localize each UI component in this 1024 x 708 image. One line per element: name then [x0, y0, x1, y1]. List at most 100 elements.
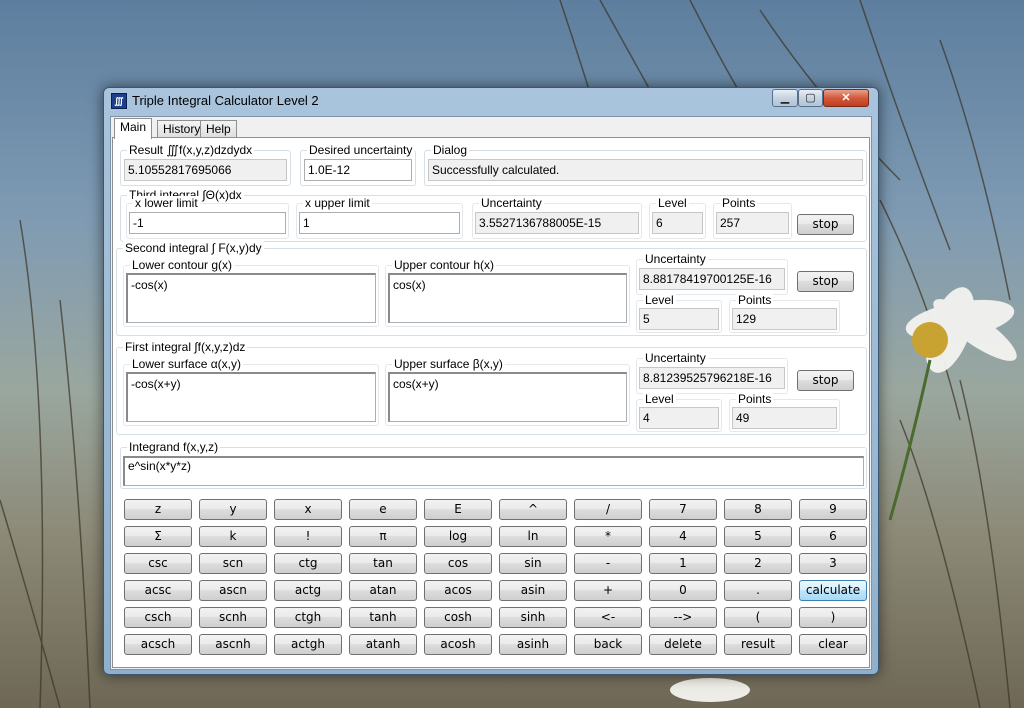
- key-symbol-button[interactable]: +: [574, 580, 642, 601]
- first-level-output: 4: [639, 407, 719, 429]
- key-csch-button[interactable]: csch: [124, 607, 192, 628]
- key-ascnh-button[interactable]: ascnh: [199, 634, 267, 655]
- key-k-button[interactable]: k: [199, 526, 267, 547]
- key-z-button[interactable]: z: [124, 499, 192, 520]
- third-stop-button[interactable]: stop: [797, 214, 854, 235]
- second-uncertainty-group: Uncertainty 8.88178419700125E-16: [636, 252, 788, 295]
- upper-contour-input[interactable]: cos(x): [388, 273, 627, 323]
- desired-uncertainty-input[interactable]: 1.0E-12: [304, 159, 412, 181]
- lower-contour-input[interactable]: -cos(x): [126, 273, 376, 323]
- upper-surface-input[interactable]: cos(x+y): [388, 372, 627, 422]
- key-symbol-button[interactable]: (: [724, 607, 792, 628]
- key-2-button[interactable]: 2: [724, 553, 792, 574]
- tab-help[interactable]: Help: [200, 120, 237, 138]
- second-level-group: Level 5: [636, 293, 722, 333]
- key-acos-button[interactable]: acos: [424, 580, 492, 601]
- key-asinh-button[interactable]: asinh: [499, 634, 567, 655]
- x-lower-input[interactable]: -1: [129, 212, 286, 234]
- key-ctg-button[interactable]: ctg: [274, 553, 342, 574]
- minimize-button[interactable]: ▁: [772, 89, 798, 107]
- second-integral-label: Second integral ∫ F(x,y)dy: [123, 241, 264, 255]
- key-e-button[interactable]: E: [424, 499, 492, 520]
- x-lower-group: x lower limit -1: [126, 196, 289, 239]
- integrand-input[interactable]: e^sin(x*y*z): [123, 456, 864, 486]
- key-symbol-button[interactable]: Σ: [124, 526, 192, 547]
- key-0-button[interactable]: 0: [649, 580, 717, 601]
- key-y-button[interactable]: y: [199, 499, 267, 520]
- tab-history[interactable]: History: [157, 120, 207, 138]
- key-symbol-button[interactable]: ): [799, 607, 867, 628]
- key-9-button[interactable]: 9: [799, 499, 867, 520]
- key-sinh-button[interactable]: sinh: [499, 607, 567, 628]
- desired-uncertainty-label: Desired uncertainty: [307, 143, 415, 157]
- key-log-button[interactable]: log: [424, 526, 492, 547]
- key-symbol-button[interactable]: π: [349, 526, 417, 547]
- key-scn-button[interactable]: scn: [199, 553, 267, 574]
- key-ascn-button[interactable]: ascn: [199, 580, 267, 601]
- first-level-label: Level: [643, 392, 676, 406]
- key-back-button[interactable]: back: [574, 634, 642, 655]
- first-stop-button[interactable]: stop: [797, 370, 854, 391]
- second-uncertainty-output: 8.88178419700125E-16: [639, 268, 785, 290]
- key-tan-button[interactable]: tan: [349, 553, 417, 574]
- first-integral-label: First integral ∫f(x,y,z)dz: [123, 340, 248, 354]
- key-ln-button[interactable]: ln: [499, 526, 567, 547]
- key-4-button[interactable]: 4: [649, 526, 717, 547]
- key-delete-button[interactable]: delete: [649, 634, 717, 655]
- close-button[interactable]: ✕: [823, 89, 869, 107]
- third-uncertainty-group: Uncertainty 3.5527136788005E-15: [472, 196, 642, 239]
- lower-surface-group: Lower surface α(x,y) -cos(x+y): [123, 357, 379, 426]
- result-output: 5.10552817695066: [124, 159, 287, 181]
- key-acsch-button[interactable]: acsch: [124, 634, 192, 655]
- key-x-button[interactable]: x: [274, 499, 342, 520]
- key-1-button[interactable]: 1: [649, 553, 717, 574]
- maximize-button[interactable]: ▢: [798, 89, 823, 107]
- key-clear-button[interactable]: clear: [799, 634, 867, 655]
- key-symbol-button[interactable]: -: [574, 553, 642, 574]
- key-actgh-button[interactable]: actgh: [274, 634, 342, 655]
- key-atan-button[interactable]: atan: [349, 580, 417, 601]
- titlebar[interactable]: ∭ Triple Integral Calculator Level 2 ▁ ▢…: [104, 88, 878, 116]
- key-acosh-button[interactable]: acosh: [424, 634, 492, 655]
- key-calculate-button[interactable]: calculate: [799, 580, 867, 601]
- tab-main[interactable]: Main: [114, 118, 153, 139]
- x-upper-group: x upper limit 1: [296, 196, 463, 239]
- key-asin-button[interactable]: asin: [499, 580, 567, 601]
- key-3-button[interactable]: 3: [799, 553, 867, 574]
- key-cosh-button[interactable]: cosh: [424, 607, 492, 628]
- key-atanh-button[interactable]: atanh: [349, 634, 417, 655]
- key-e-button[interactable]: e: [349, 499, 417, 520]
- first-level-group: Level 4: [636, 392, 722, 432]
- key-symbol-button[interactable]: *: [574, 526, 642, 547]
- lower-surface-input[interactable]: -cos(x+y): [126, 372, 376, 422]
- key-6-button[interactable]: 6: [799, 526, 867, 547]
- key-tanh-button[interactable]: tanh: [349, 607, 417, 628]
- integrand-label: Integrand f(x,y,z): [127, 440, 221, 454]
- key-acsc-button[interactable]: acsc: [124, 580, 192, 601]
- key-symbol-button[interactable]: ^: [499, 499, 567, 520]
- key-cos-button[interactable]: cos: [424, 553, 492, 574]
- calculator-window: ∭ Triple Integral Calculator Level 2 ▁ ▢…: [103, 87, 879, 675]
- x-upper-input[interactable]: 1: [299, 212, 460, 234]
- key-result-button[interactable]: result: [724, 634, 792, 655]
- key-csc-button[interactable]: csc: [124, 553, 192, 574]
- key-ctgh-button[interactable]: ctgh: [274, 607, 342, 628]
- key-7-button[interactable]: 7: [649, 499, 717, 520]
- key-symbol-button[interactable]: .: [724, 580, 792, 601]
- key-actg-button[interactable]: actg: [274, 580, 342, 601]
- key-sin-button[interactable]: sin: [499, 553, 567, 574]
- key-scnh-button[interactable]: scnh: [199, 607, 267, 628]
- key-symbol-button[interactable]: -->: [649, 607, 717, 628]
- second-stop-button[interactable]: stop: [797, 271, 854, 292]
- key-symbol-button[interactable]: /: [574, 499, 642, 520]
- dialog-label: Dialog: [431, 143, 470, 157]
- third-level-group: Level 6: [649, 196, 706, 239]
- lower-contour-label: Lower contour g(x): [130, 258, 235, 272]
- first-points-output: 49: [732, 407, 837, 429]
- integrand-group: Integrand f(x,y,z) e^sin(x*y*z): [120, 440, 867, 489]
- key-8-button[interactable]: 8: [724, 499, 792, 520]
- key-5-button[interactable]: 5: [724, 526, 792, 547]
- key-symbol-button[interactable]: <-: [574, 607, 642, 628]
- key-symbol-button[interactable]: !: [274, 526, 342, 547]
- third-uncertainty-label: Uncertainty: [479, 196, 544, 210]
